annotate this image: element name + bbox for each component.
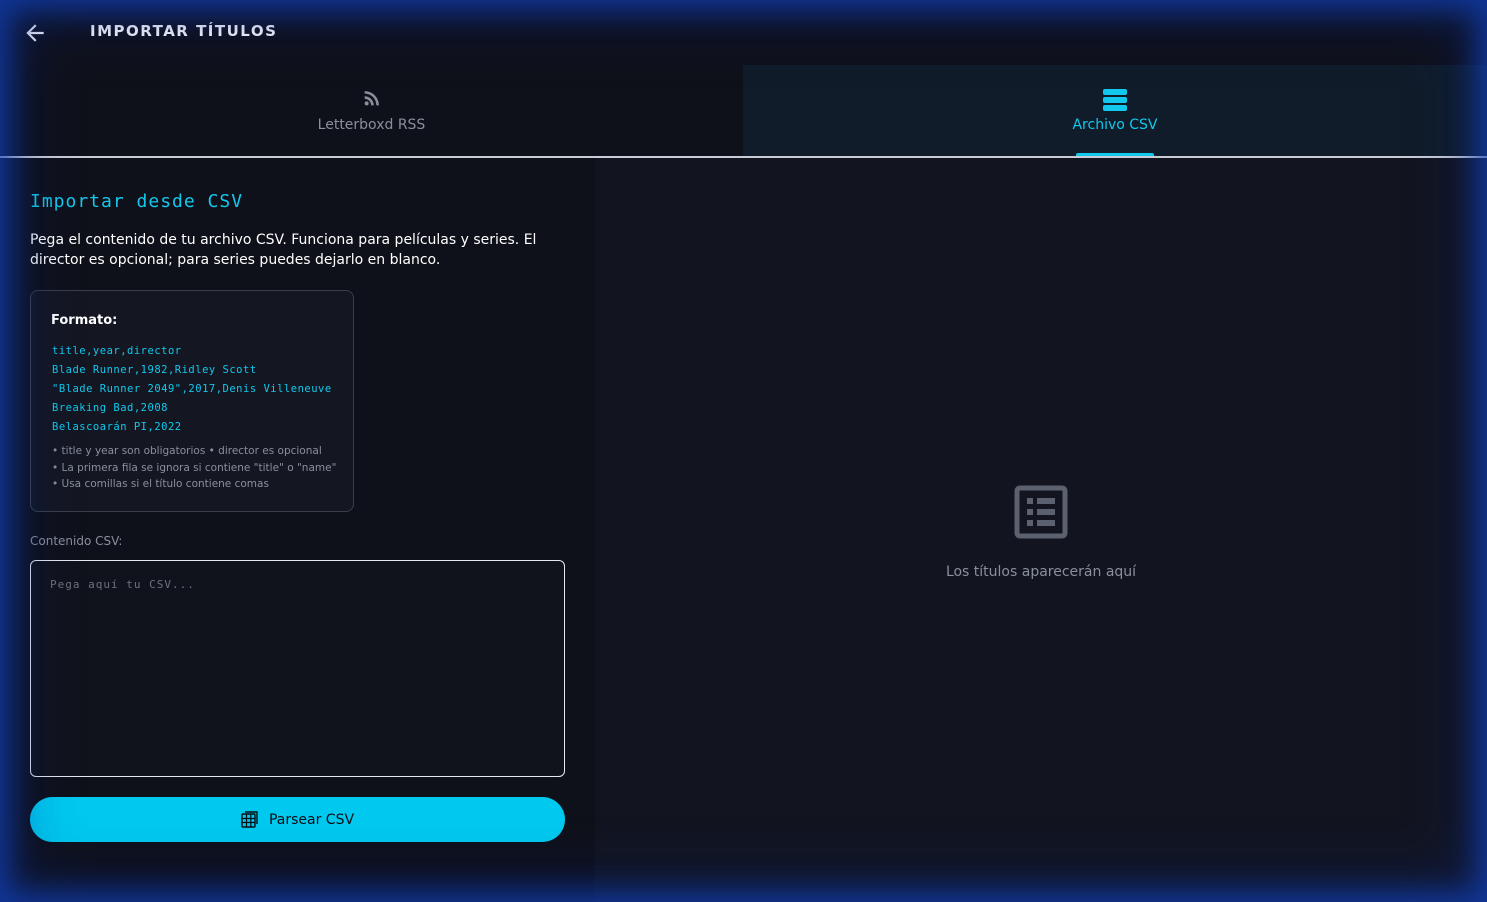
parse-button-label: Parsear CSV bbox=[268, 811, 355, 828]
tab-bar: Letterboxd RSS Archivo CSV bbox=[0, 65, 1487, 158]
rss-icon bbox=[364, 91, 379, 106]
example-line: Breaking Bad,2008 bbox=[52, 402, 168, 414]
format-note: • title y year son obligatorios • direct… bbox=[52, 445, 322, 457]
list-alt-icon bbox=[1014, 485, 1068, 539]
app-window: IMPORTAR TÍTULOS Letterboxd RSS Archivo … bbox=[0, 0, 1487, 902]
csv-input-label: Contenido CSV: bbox=[30, 534, 123, 548]
description-text: Pega el contenido de tu archivo CSV. Fun… bbox=[30, 232, 537, 268]
example-line: Belascoarán PI,2022 bbox=[52, 421, 182, 433]
results-panel: Los títulos aparecerán aquí bbox=[595, 158, 1487, 902]
tab-letterboxd-rss[interactable]: Letterboxd RSS bbox=[0, 65, 743, 156]
tab-label: Letterboxd RSS bbox=[317, 117, 426, 133]
list-icon bbox=[1103, 89, 1127, 111]
active-tab-indicator bbox=[1076, 153, 1154, 156]
format-note: • La primera fila se ignora si contiene … bbox=[52, 461, 337, 474]
table-icon bbox=[241, 810, 258, 828]
csv-content-input[interactable] bbox=[30, 560, 565, 777]
page-title: IMPORTAR TÍTULOS bbox=[90, 22, 278, 40]
example-line: Blade Runner,1982,Ridley Scott bbox=[52, 364, 257, 376]
format-example: title,year,director Blade Runner,1982,Ri… bbox=[52, 342, 332, 437]
format-label: Formato: bbox=[51, 313, 118, 328]
parse-csv-button[interactable]: Parsear CSV bbox=[30, 797, 565, 842]
example-line: "Blade Runner 2049",2017,Denis Villeneuv… bbox=[52, 383, 332, 395]
format-help-card: Formato: title,year,director Blade Runne… bbox=[30, 290, 354, 512]
arrow-back-icon[interactable] bbox=[22, 20, 48, 46]
tab-archivo-csv[interactable]: Archivo CSV bbox=[743, 65, 1487, 156]
empty-state-text: Los títulos aparecerán aquí bbox=[945, 564, 1137, 580]
example-line: title,year,director bbox=[52, 345, 182, 357]
top-app-bar: IMPORTAR TÍTULOS bbox=[0, 0, 1487, 65]
section-title: Importar desde CSV bbox=[30, 191, 244, 212]
csv-import-panel: Importar desde CSV Pega el contenido de … bbox=[0, 158, 595, 902]
format-note: • Usa comillas si el título contiene com… bbox=[52, 478, 269, 490]
format-notes: • title y year son obligatorios • direct… bbox=[52, 443, 336, 493]
tab-label: Archivo CSV bbox=[1072, 117, 1158, 133]
